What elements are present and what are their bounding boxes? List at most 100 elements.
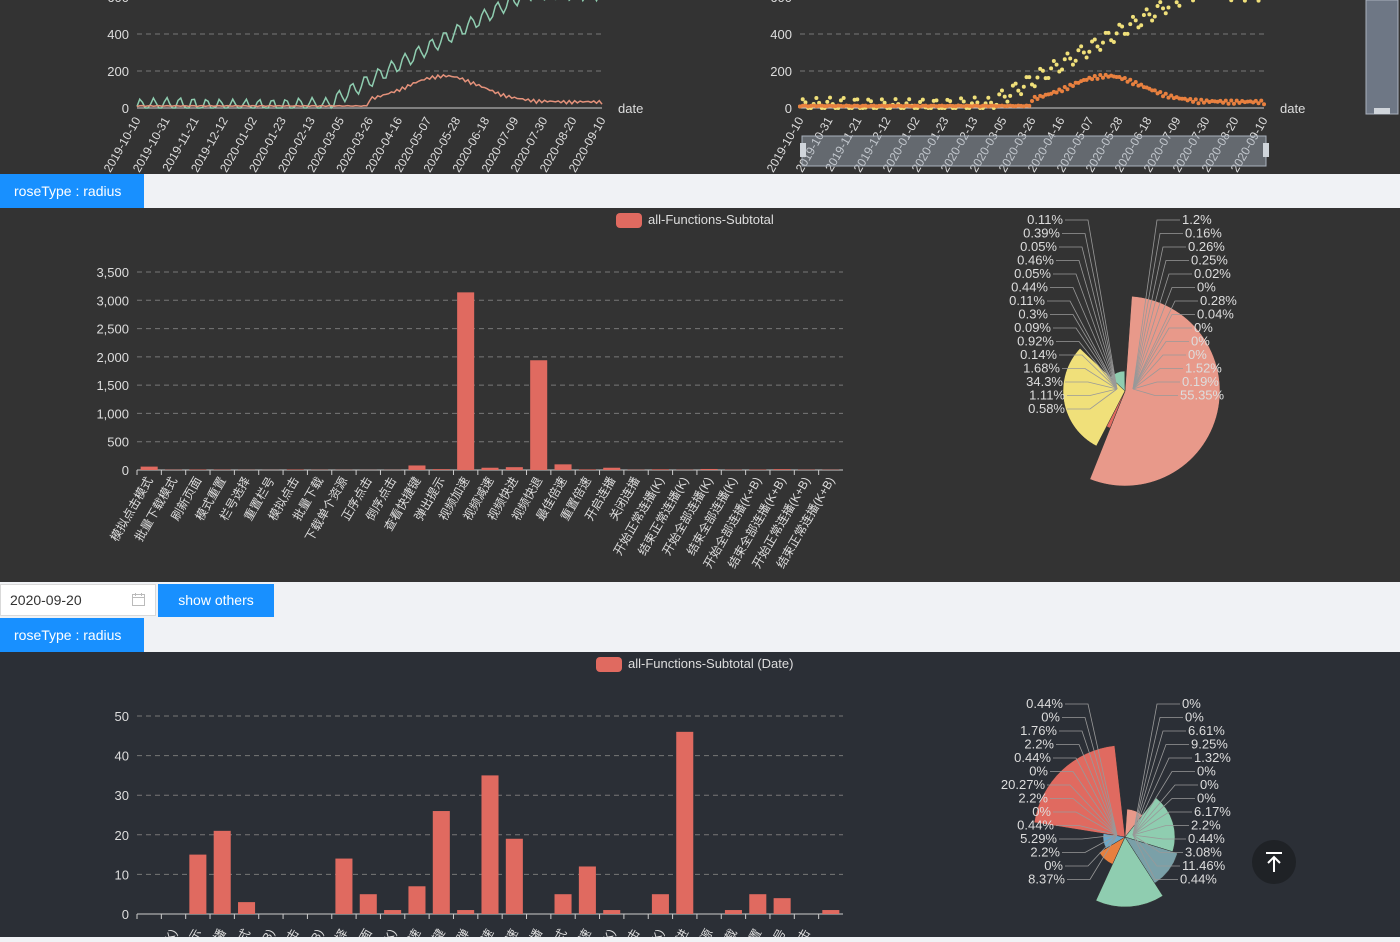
- y-tick-label: 1,500: [96, 378, 129, 393]
- scatter-point: [1257, 0, 1261, 3]
- scatter-point: [1019, 92, 1023, 96]
- x-category-label: 式: [235, 927, 253, 938]
- show-others-button[interactable]: show others: [158, 584, 274, 617]
- scatter-point: [962, 100, 966, 104]
- scatter-point: [973, 96, 977, 100]
- arrow-up-icon: [1252, 840, 1296, 884]
- pie-label: 0.58%: [1028, 401, 1065, 416]
- top-charts-svg: 0200400600date2019-10-102019-10-312019-1…: [0, 0, 1400, 174]
- bar: [652, 894, 669, 914]
- x-category-label: 增速: [570, 927, 594, 938]
- scatter-point: [1126, 32, 1130, 36]
- rose-type-button-1[interactable]: roseType : radius: [0, 174, 144, 208]
- section2-panel: all-Functions-Subtotal (Date) 0102030405…: [0, 652, 1400, 937]
- back-to-top-button[interactable]: [1252, 840, 1296, 884]
- scatter-point: [1115, 31, 1119, 35]
- y-tick-label: 600: [770, 0, 792, 5]
- scatter-point: [1035, 76, 1039, 80]
- bar: [335, 859, 352, 914]
- scatter-point: [1096, 77, 1100, 81]
- bar: [189, 855, 206, 914]
- x-category-label: 重置: [740, 927, 764, 938]
- rose-type-button-2[interactable]: roseType : radius: [0, 618, 144, 652]
- scatter-point: [1041, 69, 1045, 73]
- scatter-point: [948, 99, 952, 103]
- scatter-point: [1156, 4, 1160, 8]
- scatter-point: [814, 96, 818, 100]
- bar: [774, 898, 791, 914]
- y-tick-label: 3,500: [96, 265, 129, 280]
- scatter-point: [1076, 48, 1080, 52]
- y-tick-label: 0: [122, 101, 129, 116]
- bar: [457, 292, 474, 470]
- scatter-point: [1150, 18, 1154, 22]
- legend-swatch[interactable]: [616, 213, 642, 228]
- scatter-point: [1134, 18, 1138, 22]
- x-category-label: 模式: [546, 927, 570, 938]
- scatter-point: [1022, 85, 1026, 89]
- scatter-point: [1065, 52, 1069, 56]
- scatter-point: [1112, 40, 1116, 44]
- scatter-point: [1016, 89, 1020, 93]
- scatter-point: [1166, 6, 1170, 10]
- scatter-point: [1096, 44, 1100, 48]
- scatter-point: [894, 97, 898, 101]
- legend-label[interactable]: all-Functions-Subtotal (Date): [628, 656, 793, 671]
- x-category-label: +B): [256, 927, 278, 938]
- scatter-point: [1093, 74, 1097, 78]
- vertical-zoom-handle[interactable]: [1374, 108, 1390, 114]
- x-category-label: 快进: [667, 927, 691, 938]
- scatter-point: [1142, 13, 1146, 17]
- y-tick-label: 400: [770, 27, 792, 42]
- scatter-point: [880, 97, 884, 101]
- scatter-point: [1128, 78, 1132, 82]
- scatter-point: [1227, 102, 1231, 106]
- bar: [214, 831, 231, 914]
- date-picker-value: 2020-09-20: [10, 592, 82, 608]
- scatter-point: [1008, 94, 1012, 98]
- bar: [506, 839, 523, 914]
- scatter-point: [1063, 57, 1067, 61]
- x-axis-name: date: [618, 101, 643, 116]
- date-picker[interactable]: 2020-09-20: [0, 584, 156, 616]
- scatter-point: [1262, 102, 1266, 106]
- bar-chart-1: 05001,0001,5002,0002,5003,0003,500模拟点击模式…: [96, 265, 843, 571]
- bar: [433, 469, 450, 470]
- y-tick-label: 3,000: [96, 293, 129, 308]
- y-tick-label: 2,500: [96, 322, 129, 337]
- scatter-point: [1158, 90, 1162, 94]
- x-category-label: 击: [625, 927, 643, 938]
- top-charts-panel: 0200400600date2019-10-102019-10-312019-1…: [0, 0, 1400, 174]
- scatter-point: [1052, 59, 1056, 63]
- x-category-label: 栏号: [764, 926, 789, 937]
- scatter-point: [1046, 76, 1050, 80]
- scatter-point: [986, 96, 990, 100]
- legend-label[interactable]: all-Functions-Subtotal: [648, 212, 774, 227]
- x-category-label: 提示: [179, 926, 204, 937]
- scatter-point: [1000, 89, 1004, 93]
- scatter-point: [1065, 87, 1069, 91]
- zoom-right-handle[interactable]: [1263, 143, 1269, 157]
- scatter-point: [1071, 84, 1075, 88]
- vertical-zoom-slider[interactable]: [1366, 0, 1398, 114]
- scatter-point: [1196, 101, 1200, 105]
- scatter-point: [1177, 4, 1181, 8]
- bar: [481, 468, 498, 470]
- scatter-point: [869, 99, 873, 103]
- scatter-point: [1164, 92, 1168, 96]
- x-category-label: 下载: [716, 927, 740, 938]
- left-line-chart: 0200400600date2019-10-102019-10-312019-1…: [101, 0, 644, 174]
- zoom-left-handle[interactable]: [800, 143, 806, 157]
- y-tick-label: 200: [107, 64, 129, 79]
- bar: [579, 866, 596, 914]
- scatter-point: [1033, 84, 1037, 88]
- bar: [603, 910, 620, 914]
- horizontal-zoom-slider[interactable]: [802, 136, 1266, 166]
- y-tick-label: 600: [107, 0, 129, 5]
- bar: [555, 464, 572, 470]
- bar: [749, 894, 766, 914]
- legend-swatch[interactable]: [596, 657, 622, 672]
- scatter-point: [1194, 97, 1198, 101]
- scatter-point: [883, 101, 887, 105]
- bar: [774, 469, 791, 470]
